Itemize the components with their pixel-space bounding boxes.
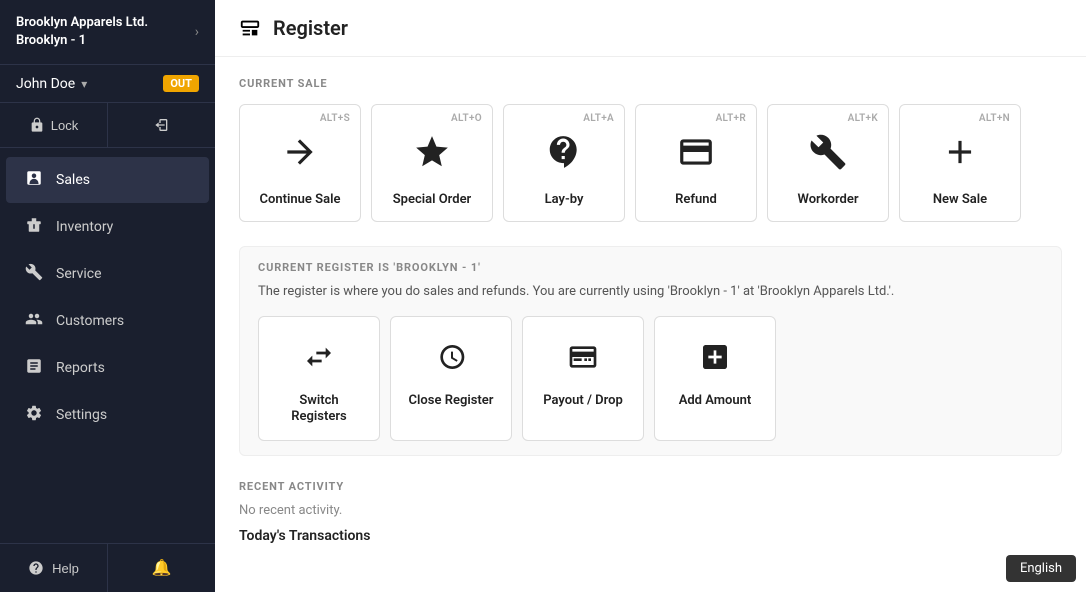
lock-button[interactable]: Lock	[0, 103, 108, 147]
workorder-card[interactable]: ALT+K Workorder	[767, 104, 889, 222]
refund-shortcut: ALT+R	[716, 113, 746, 124]
sidebar-user[interactable]: John Doe ▾ OUT	[0, 65, 215, 103]
user-status-badge: OUT	[163, 75, 199, 92]
help-label: Help	[52, 561, 79, 576]
refund-icon	[677, 133, 715, 180]
recent-activity-section: RECENT ACTIVITY No recent activity. Toda…	[239, 480, 1062, 544]
recent-activity-label: RECENT ACTIVITY	[239, 480, 1062, 493]
current-sale-cards: ALT+S Continue Sale ALT+O Special Order	[239, 104, 1062, 222]
continue-sale-shortcut: ALT+S	[320, 113, 350, 124]
english-language-badge[interactable]: English	[1006, 555, 1076, 582]
add-amount-label: Add Amount	[679, 393, 752, 410]
customers-icon	[24, 310, 44, 332]
sidebar-quick-actions: Lock	[0, 103, 215, 148]
sidebar-nav: Sales Inventory Service Customers Report	[0, 148, 215, 543]
current-sale-label: CURRENT SALE	[239, 77, 1062, 90]
sidebar-item-label: Sales	[56, 172, 90, 188]
sidebar-item-settings[interactable]: Settings	[6, 392, 209, 438]
sidebar-item-label: Settings	[56, 407, 107, 423]
switch-registers-label: Switch Registers	[271, 393, 367, 427]
reports-icon	[24, 357, 44, 379]
lock-label: Lock	[51, 118, 78, 133]
help-icon	[28, 560, 44, 576]
special-order-icon	[413, 133, 451, 180]
today-transactions-label: Today's Transactions	[239, 528, 1062, 544]
workorder-icon	[809, 133, 847, 180]
payout-drop-icon	[567, 341, 599, 381]
service-icon	[24, 263, 44, 285]
notification-bell-icon: 🔔	[152, 558, 172, 578]
sidebar-item-label: Reports	[56, 360, 105, 376]
switch-registers-icon	[303, 341, 335, 381]
sidebar-item-label: Customers	[56, 313, 124, 329]
page-header: Register	[215, 0, 1086, 57]
payout-drop-card[interactable]: Payout / Drop	[522, 316, 644, 442]
sidebar-item-label: Service	[56, 266, 102, 282]
inventory-icon	[24, 216, 44, 238]
register-icon	[239, 17, 261, 39]
sidebar-item-label: Inventory	[56, 219, 113, 235]
add-amount-card[interactable]: Add Amount	[654, 316, 776, 442]
help-button[interactable]: Help	[0, 544, 108, 592]
close-register-icon	[435, 341, 467, 381]
close-register-card[interactable]: Close Register	[390, 316, 512, 442]
add-amount-icon	[699, 341, 731, 381]
new-sale-icon	[941, 133, 979, 180]
page-title: Register	[273, 16, 348, 40]
close-register-label: Close Register	[409, 393, 494, 410]
sidebar: Brooklyn Apparels Ltd. Brooklyn - 1 › Jo…	[0, 0, 215, 592]
no-activity-text: No recent activity.	[239, 503, 1062, 518]
sales-icon	[24, 169, 44, 191]
new-sale-shortcut: ALT+N	[979, 113, 1010, 124]
special-order-label: Special Order	[393, 192, 472, 207]
lock-icon	[29, 117, 45, 133]
refund-label: Refund	[675, 192, 717, 207]
new-sale-card[interactable]: ALT+N New Sale	[899, 104, 1021, 222]
lay-by-label: Lay-by	[545, 192, 584, 207]
lay-by-icon	[545, 133, 583, 180]
sidebar-item-customers[interactable]: Customers	[6, 298, 209, 344]
register-section-title: CURRENT REGISTER IS 'BROOKLYN - 1'	[258, 261, 1043, 274]
sidebar-item-sales[interactable]: Sales	[6, 157, 209, 203]
payout-drop-label: Payout / Drop	[543, 393, 623, 410]
continue-sale-icon	[281, 133, 319, 180]
brand-arrow-icon: ›	[195, 24, 199, 40]
continue-sale-card[interactable]: ALT+S Continue Sale	[239, 104, 361, 222]
user-name: John Doe ▾	[16, 76, 87, 92]
workorder-label: Workorder	[797, 192, 858, 207]
new-sale-label: New Sale	[933, 192, 987, 207]
sidebar-item-inventory[interactable]: Inventory	[6, 204, 209, 250]
lay-by-shortcut: ALT+A	[583, 113, 614, 124]
sidebar-bottom: Help 🔔	[0, 543, 215, 592]
main-content: Register CURRENT SALE ALT+S Continue Sal…	[215, 0, 1086, 592]
lay-by-card[interactable]: ALT+A Lay-by	[503, 104, 625, 222]
workorder-shortcut: ALT+K	[848, 113, 878, 124]
main-body: CURRENT SALE ALT+S Continue Sale ALT+O	[215, 57, 1086, 592]
sidebar-item-reports[interactable]: Reports	[6, 345, 209, 391]
refund-card[interactable]: ALT+R Refund	[635, 104, 757, 222]
switch-registers-card[interactable]: Switch Registers	[258, 316, 380, 442]
current-sale-section: CURRENT SALE ALT+S Continue Sale ALT+O	[239, 77, 1062, 222]
special-order-card[interactable]: ALT+O Special Order	[371, 104, 493, 222]
register-description: The register is where you do sales and r…	[258, 282, 1043, 302]
sidebar-item-service[interactable]: Service	[6, 251, 209, 297]
register-cards: Switch Registers Close Register Payout /…	[258, 316, 1043, 442]
brand-name: Brooklyn Apparels Ltd. Brooklyn - 1	[16, 14, 148, 50]
register-section: CURRENT REGISTER IS 'BROOKLYN - 1' The r…	[239, 246, 1062, 456]
notifications-button[interactable]: 🔔	[108, 544, 215, 592]
sidebar-brand[interactable]: Brooklyn Apparels Ltd. Brooklyn - 1 ›	[0, 0, 215, 65]
logout-icon	[154, 117, 170, 133]
logout-button[interactable]	[108, 103, 215, 147]
continue-sale-label: Continue Sale	[260, 192, 341, 207]
user-dropdown-icon: ▾	[81, 77, 87, 91]
special-order-shortcut: ALT+O	[451, 113, 482, 124]
settings-icon	[24, 404, 44, 426]
